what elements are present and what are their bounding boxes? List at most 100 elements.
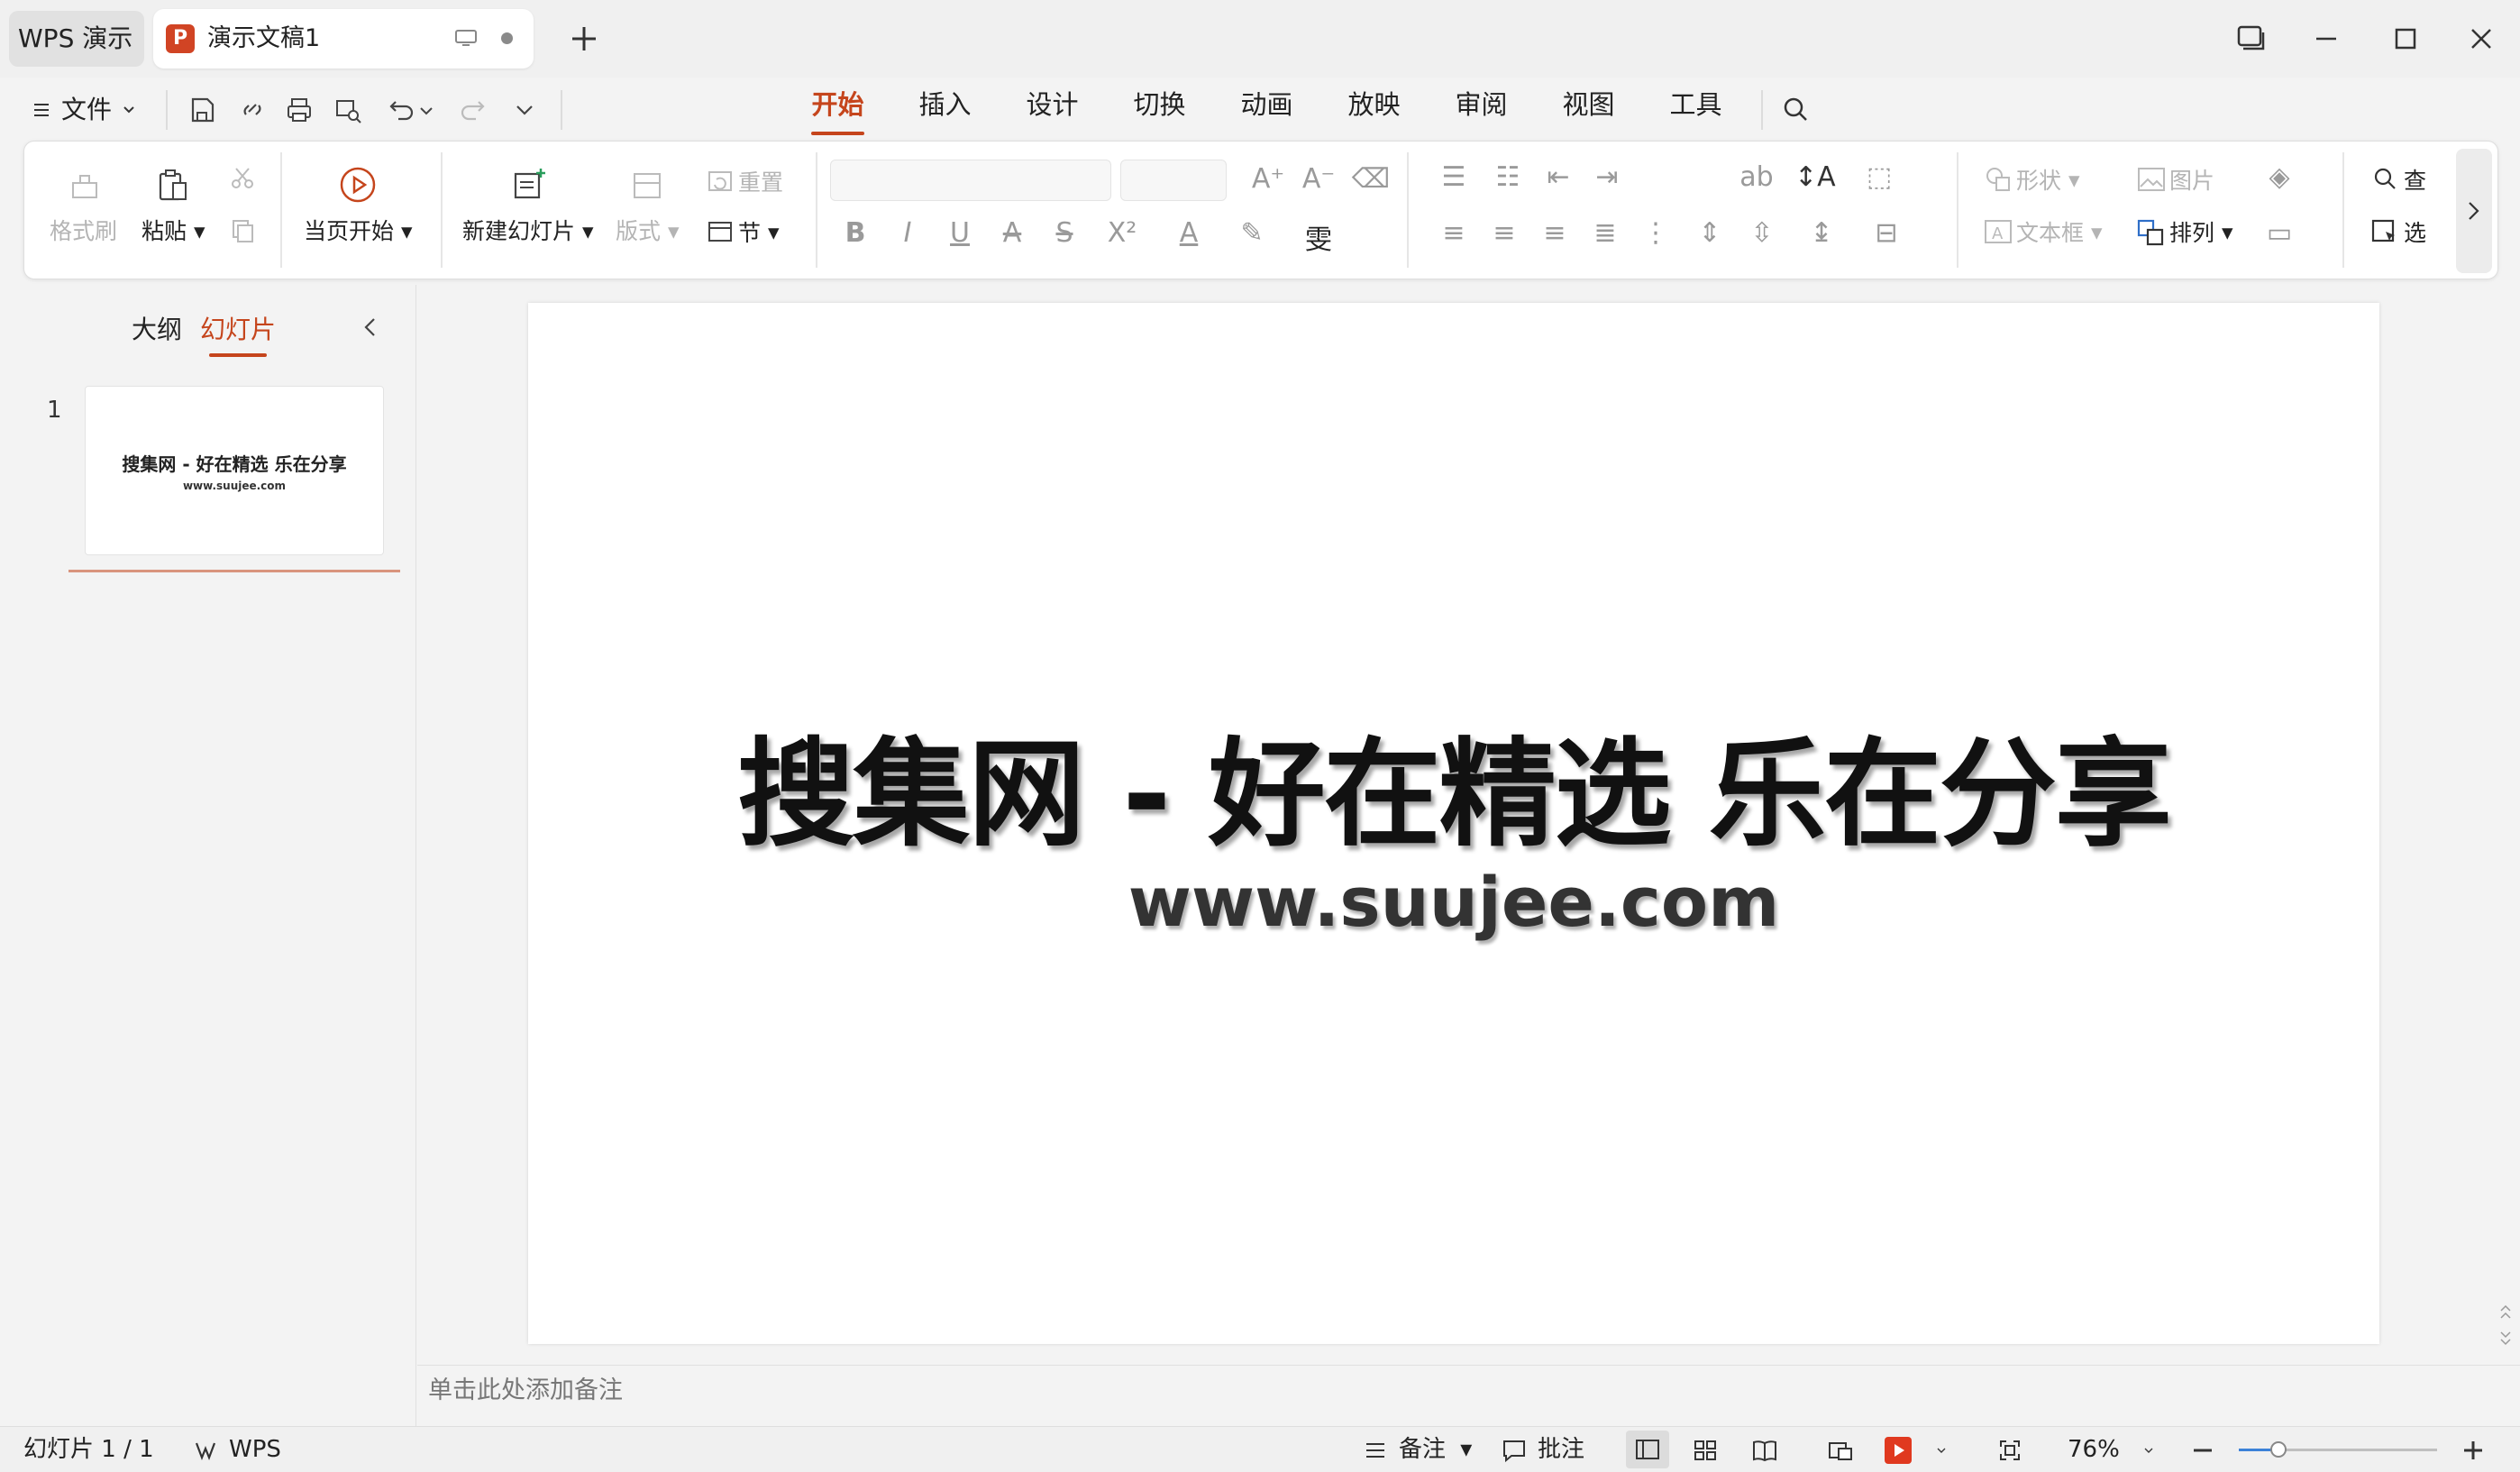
- line-spacing-dropdown-icon[interactable]: ↨: [1802, 217, 1841, 249]
- textbox-button[interactable]: A 文本框 ▾: [1980, 214, 2103, 250]
- share-link-icon[interactable]: [231, 88, 274, 132]
- tab-slideshow[interactable]: 放映: [1320, 78, 1428, 142]
- unsaved-indicator-icon[interactable]: [501, 32, 513, 44]
- tab-design[interactable]: 设计: [999, 78, 1106, 142]
- monitor-icon[interactable]: [454, 29, 478, 47]
- format-painter-button[interactable]: 格式刷: [50, 160, 117, 246]
- increase-indent-icon[interactable]: ⇥: [1587, 161, 1627, 193]
- text-direction-icon[interactable]: ab: [1737, 161, 1776, 193]
- minimize-icon[interactable]: [2304, 16, 2349, 61]
- paste-button[interactable]: 粘贴 ▾: [142, 160, 205, 246]
- tab-review[interactable]: 审阅: [1428, 78, 1535, 142]
- superscript-icon[interactable]: X²: [1102, 217, 1142, 249]
- double-strikethrough-icon[interactable]: S: [1045, 217, 1084, 249]
- picture-button[interactable]: 图片: [2133, 161, 2214, 197]
- tab-view[interactable]: 视图: [1535, 78, 1642, 142]
- section-button[interactable]: 节 ▾: [702, 214, 780, 250]
- ribbon-scroll-right-button[interactable]: [2456, 149, 2492, 273]
- font-color-icon[interactable]: A: [1169, 217, 1209, 249]
- shape-button[interactable]: 形状 ▾: [1980, 161, 2080, 197]
- select-button[interactable]: 选: [2368, 214, 2426, 250]
- tab-tools[interactable]: 工具: [1642, 78, 1749, 142]
- scroll-arrows-icon[interactable]: [2497, 1298, 2515, 1352]
- slide-thumbnail[interactable]: 搜集网 - 好在精选 乐在分享 www.suujee.com: [85, 386, 384, 555]
- print-icon[interactable]: [278, 88, 321, 132]
- slideshow-button[interactable]: [1882, 1427, 1914, 1472]
- text-align-vertical-icon[interactable]: ⊟: [1867, 217, 1906, 249]
- align-right-icon[interactable]: ≡: [1535, 217, 1575, 249]
- undo-dropdown-icon[interactable]: [413, 88, 440, 132]
- character-spacing-icon[interactable]: 雯: [1299, 217, 1338, 257]
- copy-icon[interactable]: [224, 212, 260, 248]
- paragraph-spacing-2-icon[interactable]: ⇳: [1742, 217, 1782, 249]
- tab-insert[interactable]: 插入: [891, 78, 999, 142]
- align-center-icon[interactable]: ≡: [1484, 217, 1524, 249]
- justify-icon[interactable]: ≣: [1585, 217, 1625, 249]
- print-preview-icon[interactable]: [326, 88, 370, 132]
- fill-color-icon[interactable]: ◈: [2260, 161, 2299, 193]
- app-tab[interactable]: WPS 演示: [9, 11, 144, 67]
- tab-transitions[interactable]: 切换: [1106, 78, 1213, 142]
- zoom-in-button[interactable]: [2457, 1427, 2489, 1472]
- underline-icon[interactable]: U: [940, 217, 980, 249]
- strikethrough-icon[interactable]: A: [992, 217, 1032, 249]
- play-from-current-button[interactable]: 当页开始 ▾: [304, 160, 413, 246]
- tab-outline[interactable]: 大纲: [132, 310, 182, 346]
- fit-window-button[interactable]: [1994, 1427, 2026, 1472]
- zoom-dropdown-button[interactable]: [2138, 1427, 2159, 1472]
- decrease-indent-icon[interactable]: ⇤: [1538, 161, 1578, 193]
- font-family-select[interactable]: [830, 160, 1111, 201]
- search-icon[interactable]: [1774, 88, 1817, 132]
- bold-icon[interactable]: B: [835, 217, 875, 249]
- tab-home[interactable]: 开始: [784, 78, 891, 142]
- zoom-slider[interactable]: [2239, 1441, 2437, 1458]
- collapse-panel-icon[interactable]: [357, 312, 384, 343]
- save-icon[interactable]: [180, 88, 224, 132]
- slide-subtitle[interactable]: www.suujee.com: [528, 862, 2379, 942]
- align-left-icon[interactable]: ≡: [1434, 217, 1474, 249]
- convert-smartart-icon[interactable]: ⬚: [1859, 161, 1899, 193]
- notes-toggle-button[interactable]: 备注 ▾: [1359, 1427, 1472, 1472]
- zoom-slider-handle[interactable]: [2270, 1441, 2287, 1458]
- numbered-list-icon[interactable]: ☷: [1488, 161, 1528, 193]
- file-menu-button[interactable]: 文件: [31, 87, 137, 133]
- increase-font-size-icon[interactable]: A⁺: [1248, 163, 1288, 195]
- outline-color-icon[interactable]: ▭: [2260, 217, 2299, 249]
- line-spacing-icon[interactable]: ↕A: [1794, 161, 1836, 193]
- find-button[interactable]: 查: [2368, 161, 2426, 197]
- document-tab[interactable]: P 演示文稿1: [153, 9, 534, 69]
- font-size-select[interactable]: [1120, 160, 1227, 201]
- new-tab-icon[interactable]: [566, 18, 602, 59]
- customize-toolbar-icon[interactable]: [503, 88, 546, 132]
- maximize-icon[interactable]: [2383, 16, 2428, 61]
- layout-button[interactable]: 版式 ▾: [616, 160, 680, 246]
- notes-area[interactable]: 单击此处添加备注: [417, 1365, 2520, 1426]
- slideshow-dropdown-button[interactable]: [1931, 1427, 1952, 1472]
- bullet-list-icon[interactable]: ☰: [1434, 161, 1474, 193]
- slide-sorter-button[interactable]: [1689, 1427, 1721, 1472]
- highlight-icon[interactable]: ✎: [1232, 217, 1272, 249]
- tab-slides[interactable]: 幻灯片: [200, 310, 276, 357]
- reading-view-button[interactable]: [1748, 1427, 1781, 1472]
- zoom-level[interactable]: 76%: [2068, 1427, 2120, 1472]
- decrease-font-size-icon[interactable]: A⁻: [1299, 163, 1338, 195]
- paragraph-spacing-icon[interactable]: ⇕: [1690, 217, 1730, 249]
- arrange-button[interactable]: 排列 ▾: [2133, 214, 2233, 250]
- window-mode-icon[interactable]: [2228, 16, 2273, 61]
- slide-canvas[interactable]: 搜集网 - 好在精选 乐在分享 www.suujee.com: [528, 303, 2379, 1344]
- wps-account-button[interactable]: WPS: [189, 1427, 281, 1472]
- new-slide-button[interactable]: 新建幻灯片 ▾: [462, 160, 594, 246]
- clear-format-icon[interactable]: ⌫: [1351, 163, 1391, 195]
- close-icon[interactable]: [2459, 16, 2504, 61]
- tab-animations[interactable]: 动画: [1213, 78, 1320, 142]
- comments-button[interactable]: 批注: [1498, 1427, 1584, 1472]
- reset-button[interactable]: 重置: [702, 163, 783, 199]
- presenter-view-button[interactable]: [1824, 1427, 1857, 1472]
- italic-icon[interactable]: I: [888, 217, 927, 249]
- redo-icon[interactable]: [452, 88, 496, 132]
- zoom-out-button[interactable]: [2187, 1427, 2219, 1472]
- normal-view-button[interactable]: [1626, 1431, 1669, 1468]
- slide-title[interactable]: 搜集网 - 好在精选 乐在分享: [528, 699, 2379, 869]
- cut-icon[interactable]: [224, 160, 260, 196]
- distribute-icon[interactable]: ⋮: [1636, 217, 1675, 249]
